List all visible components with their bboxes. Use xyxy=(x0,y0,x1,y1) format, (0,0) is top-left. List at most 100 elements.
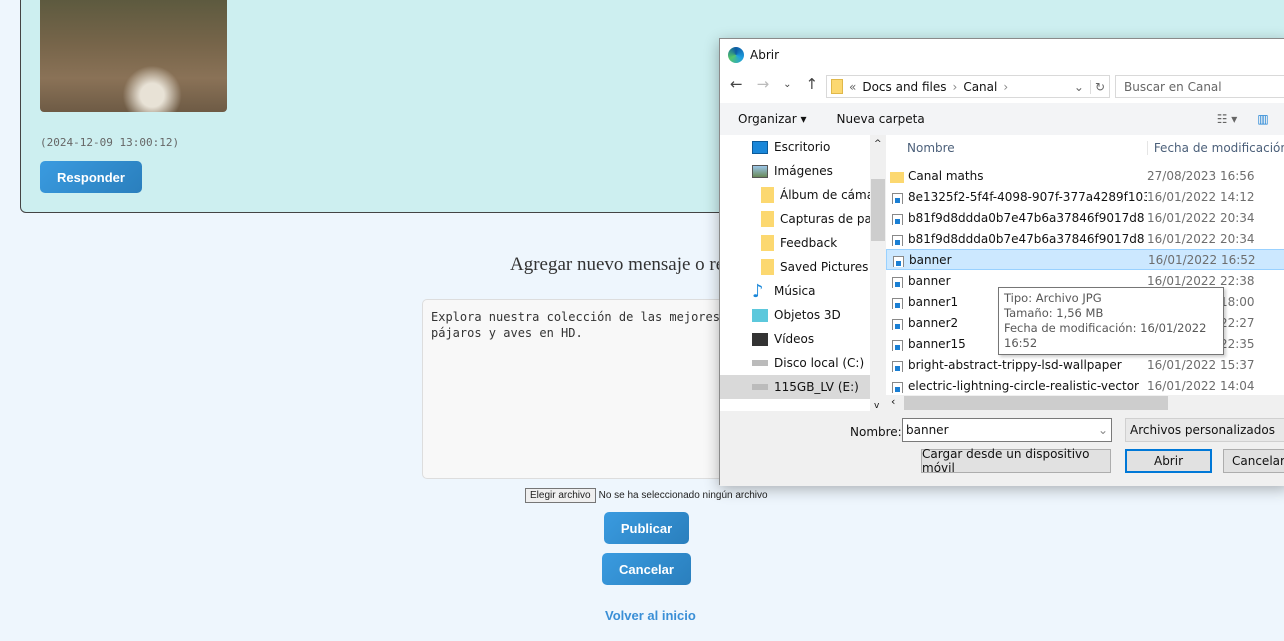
cancel-button[interactable]: Cancelar xyxy=(602,553,691,585)
up-arrow-icon[interactable]: ↑ xyxy=(806,75,819,93)
open-button[interactable]: Abrir xyxy=(1125,449,1212,473)
nav-item-label: Vídeos xyxy=(774,332,815,346)
file-row[interactable]: banner 16/01/2022 16:52 xyxy=(886,249,1284,270)
nav-item[interactable]: Objetos 3D xyxy=(720,303,870,327)
dialog-cancel-button[interactable]: Cancelar xyxy=(1223,449,1284,473)
file-row[interactable]: bright-abstract-trippy-lsd-wallpaper 16/0… xyxy=(886,354,1284,375)
image-file-icon xyxy=(892,360,903,372)
file-input[interactable]: Elegir archivo No se ha seleccionado nin… xyxy=(525,488,768,503)
chevron-down-icon[interactable]: ⌄ xyxy=(1098,423,1108,437)
file-name: banner1 xyxy=(908,294,959,309)
column-name[interactable]: Nombre xyxy=(886,141,1147,155)
nav-scrollbar[interactable]: ^ v xyxy=(870,135,886,413)
back-arrow-icon[interactable]: ← xyxy=(730,75,743,93)
image-file-icon xyxy=(892,297,903,309)
music-icon: ♪ xyxy=(752,280,764,302)
nav-item-label: Música xyxy=(774,284,816,298)
videos-icon xyxy=(752,332,768,346)
image-file-icon xyxy=(893,255,904,267)
file-date: 16/01/2022 20:34 xyxy=(1147,210,1255,225)
address-dropdown-icon[interactable]: ⌄ xyxy=(1074,80,1084,94)
refresh-icon[interactable]: ↻ xyxy=(1089,79,1109,94)
drive-icon xyxy=(752,384,768,390)
image-file-icon xyxy=(892,318,903,330)
filename-label: Nombre: xyxy=(850,425,902,439)
file-name: banner15 xyxy=(908,336,966,351)
recent-chevron-icon[interactable]: ⌄ xyxy=(783,79,791,93)
edge-icon xyxy=(728,47,744,63)
folder-icon xyxy=(761,235,774,251)
image-file-icon xyxy=(892,213,903,225)
file-date: 16/01/2022 22:38 xyxy=(1147,273,1255,288)
tooltip-size: Tamaño: 1,56 MB xyxy=(1004,306,1104,320)
filetype-select[interactable]: Archivos personalizados xyxy=(1125,418,1284,442)
nav-item[interactable]: Álbum de cámara xyxy=(720,183,870,207)
file-name: b81f9d8ddda0b7e47b6a37846f9017d8 xyxy=(908,231,1145,246)
file-name: bright-abstract-trippy-lsd-wallpaper xyxy=(908,357,1122,372)
search-input[interactable]: Buscar en Canal xyxy=(1115,75,1284,98)
nav-item[interactable]: ♪ Música xyxy=(720,279,870,303)
address-bar[interactable]: « Docs and files › Canal › ⌄ ↻ xyxy=(826,75,1110,98)
nav-item-label: Imágenes xyxy=(774,164,833,178)
file-row[interactable]: 8e1325f2-5f4f-4098-907f-377a4289f103.th.… xyxy=(886,186,1284,207)
filename-input[interactable]: banner ⌄ xyxy=(902,418,1112,442)
file-name: Canal maths xyxy=(908,168,984,183)
nav-item[interactable]: Feedback xyxy=(720,231,870,255)
folder-icon xyxy=(761,259,774,275)
nav-item[interactable]: Imágenes xyxy=(720,159,870,183)
image-file-icon xyxy=(892,381,903,393)
file-date: 16/01/2022 14:12 xyxy=(1147,189,1255,204)
dialog-title: Abrir xyxy=(750,48,780,62)
nav-item-label: Feedback xyxy=(780,236,838,250)
breadcrumb-item[interactable]: Docs and files xyxy=(862,80,946,94)
file-list: Nombre Fecha de modificación Canal maths… xyxy=(886,135,1284,395)
file-date: 16/01/2022 20:34 xyxy=(1147,231,1255,246)
nav-item[interactable]: Escritorio xyxy=(720,135,870,159)
image-file-icon xyxy=(892,234,903,246)
nav-item-label: Escritorio xyxy=(774,140,831,154)
image-file-icon xyxy=(892,192,903,204)
3d-objects-icon xyxy=(752,308,768,322)
post-timestamp: (2024-12-09 13:00:12) xyxy=(40,136,180,149)
nav-item-label: 115GB_LV (E:) xyxy=(774,380,859,394)
file-status: No se ha seleccionado ningún archivo xyxy=(598,490,768,501)
file-name: banner xyxy=(908,273,951,288)
tooltip-date: Fecha de modificación: 16/01/2022 16:52 xyxy=(1004,321,1207,350)
horizontal-scrollbar[interactable]: ‹ xyxy=(886,395,1284,411)
reply-button[interactable]: Responder xyxy=(40,161,142,193)
folder-icon xyxy=(831,79,843,94)
folder-icon xyxy=(761,211,774,227)
choose-file-button[interactable]: Elegir archivo xyxy=(525,488,596,503)
file-row[interactable]: b81f9d8ddda0b7e47b6a37846f9017d8 16/01/20… xyxy=(886,228,1284,249)
tooltip-type: Tipo: Archivo JPG xyxy=(1004,291,1102,305)
open-file-dialog: Abrir ← → ⌄ ↑ « Docs and files › Canal › ⌄… xyxy=(719,38,1284,486)
forward-arrow-icon[interactable]: → xyxy=(757,75,770,93)
back-home-link[interactable]: Volver al inicio xyxy=(605,608,696,623)
file-row[interactable]: Canal maths 27/08/2023 16:56 xyxy=(886,165,1284,186)
file-date: 16/01/2022 14:04 xyxy=(1147,378,1255,393)
new-folder-button[interactable]: Nueva carpeta xyxy=(837,112,925,126)
dialog-titlebar: Abrir xyxy=(728,47,779,63)
navigation-pane: Escritorio Imágenes Álbum de cámara Captura… xyxy=(720,135,870,413)
file-name: b81f9d8ddda0b7e47b6a37846f9017d8 - c... xyxy=(908,210,1147,225)
organize-button[interactable]: Organizar ▾ xyxy=(738,112,807,126)
file-name: banner2 xyxy=(908,315,959,330)
nav-item[interactable]: Saved Pictures xyxy=(720,255,870,279)
nav-item[interactable]: 115GB_LV (E:) xyxy=(720,375,870,399)
file-row[interactable]: b81f9d8ddda0b7e47b6a37846f9017d8 - c...1… xyxy=(886,207,1284,228)
breadcrumb-item[interactable]: Canal xyxy=(963,80,997,94)
load-from-mobile-button[interactable]: Cargar desde un dispositivo móvil xyxy=(921,447,1111,475)
desktop-icon xyxy=(752,140,768,154)
publish-button[interactable]: Publicar xyxy=(604,512,689,544)
nav-item[interactable]: Disco local (C:) xyxy=(720,351,870,375)
post-image xyxy=(40,0,227,112)
nav-item[interactable]: Capturas de pantalla xyxy=(720,207,870,231)
file-date: 27/08/2023 16:56 xyxy=(1147,168,1255,183)
file-row[interactable]: electric-lightning-circle-realistic-vect… xyxy=(886,375,1284,395)
view-options-icon[interactable]: ☷ ▾ xyxy=(1217,112,1238,126)
nav-item[interactable]: Vídeos xyxy=(720,327,870,351)
column-date[interactable]: Fecha de modificación xyxy=(1146,141,1284,155)
nav-item-label: Capturas de pantalla xyxy=(780,212,870,226)
pictures-icon xyxy=(752,164,768,178)
preview-pane-icon[interactable]: ▥ xyxy=(1257,112,1268,126)
